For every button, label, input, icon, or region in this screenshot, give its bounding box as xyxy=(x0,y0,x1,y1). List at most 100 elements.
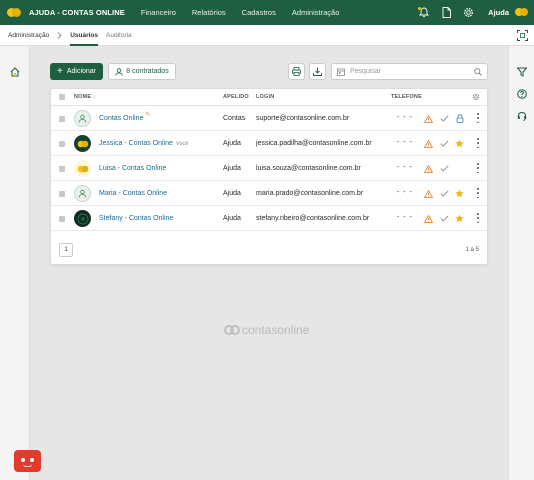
user-name-link[interactable]: Jessica - Contas Online Você xyxy=(99,140,188,147)
column-name-label: NOME xyxy=(74,94,92,100)
print-button[interactable] xyxy=(288,63,305,80)
row-checkbox[interactable] xyxy=(59,216,65,222)
star-icon[interactable] xyxy=(455,139,464,148)
user-login: luisa.souza@contasonline.com.br xyxy=(256,165,361,172)
user-alias: Ajuda xyxy=(223,165,241,172)
table-row[interactable]: Luisa - Contas Online Ajuda luisa.souza@… xyxy=(51,156,487,181)
user-avatar-icon xyxy=(74,185,91,202)
filter-icon[interactable] xyxy=(516,66,527,77)
column-login[interactable]: LOGIN xyxy=(256,94,274,100)
more-options-icon[interactable] xyxy=(476,113,480,123)
brand-logo-icon[interactable] xyxy=(7,7,21,18)
menu-relatorios[interactable]: Relatórios xyxy=(192,8,226,17)
users-table: NOME ↓ APELIDO LOGIN TELEFONE Contas Onl… xyxy=(50,88,488,265)
column-settings-gear-icon[interactable] xyxy=(472,93,480,103)
tab-usuarios[interactable]: Usuários xyxy=(70,25,98,46)
user-login: suporte@contasonline.com.br xyxy=(256,115,350,122)
footer-brand-text: contasonline xyxy=(242,323,310,337)
main-menu: Financeiro Relatórios Cadastros Administ… xyxy=(141,8,356,17)
user-avatar-photo-icon xyxy=(74,210,91,227)
calendar-filter-icon[interactable] xyxy=(337,68,345,76)
table-row[interactable]: Contas Online ✎ Contas suporte@contasonli… xyxy=(51,106,487,131)
warning-triangle-icon[interactable] xyxy=(424,114,433,123)
warning-triangle-icon[interactable] xyxy=(424,164,433,173)
support-headset-icon[interactable] xyxy=(516,110,527,121)
user-name-link[interactable]: Luisa - Contas Online xyxy=(99,165,166,172)
tab-auditoria[interactable]: Auditoria xyxy=(106,25,132,46)
column-name[interactable]: NOME ↓ xyxy=(74,94,96,100)
download-button[interactable] xyxy=(309,63,326,80)
column-phone[interactable]: TELEFONE xyxy=(391,94,422,100)
table-row[interactable]: Maria - Contas Online Ajuda maria.prado@… xyxy=(51,181,487,206)
warning-triangle-icon[interactable] xyxy=(424,139,433,148)
user-name-link[interactable]: Contas Online ✎ xyxy=(99,112,150,122)
pencil-edit-icon[interactable]: ✎ xyxy=(145,111,150,118)
table-row[interactable]: Stefany - Contas Online Ajuda stefany.ri… xyxy=(51,206,487,231)
warning-triangle-icon[interactable] xyxy=(424,214,433,223)
more-options-icon[interactable] xyxy=(476,163,480,173)
row-checkbox[interactable] xyxy=(59,166,65,172)
more-options-icon[interactable] xyxy=(476,213,480,223)
home-icon[interactable] xyxy=(9,66,20,77)
notifications-bell-icon[interactable] xyxy=(418,6,430,19)
user-login: maria.prado@contasonline.com.br xyxy=(256,190,364,197)
user-phone: - - - xyxy=(397,114,413,121)
footer-brand: contasonline xyxy=(224,323,309,337)
breadcrumb-root[interactable]: Administração xyxy=(8,32,49,39)
user-name-text: Jessica - Contas Online xyxy=(99,140,173,147)
sort-arrow-down-icon: ↓ xyxy=(93,94,96,100)
lock-icon[interactable] xyxy=(455,114,464,123)
select-all-checkbox[interactable] xyxy=(59,94,65,100)
help-icon[interactable] xyxy=(516,88,527,99)
check-icon[interactable] xyxy=(440,139,449,148)
check-icon[interactable] xyxy=(440,189,449,198)
contracted-users-button[interactable]: 8 contratados xyxy=(108,63,176,80)
user-avatar-logo-icon xyxy=(74,135,91,152)
app-title[interactable]: AJUDA - CONTAS ONLINE xyxy=(29,8,125,17)
add-user-button[interactable]: + Adicionar xyxy=(50,63,103,80)
more-options-icon[interactable] xyxy=(476,188,480,198)
contracted-label: 8 contratados xyxy=(126,68,169,75)
user-login: jessica.padilha@contasonline.com.br xyxy=(256,140,372,147)
add-button-label: Adicionar xyxy=(66,68,97,75)
user-name-link[interactable]: Stefany - Contas Online xyxy=(99,215,173,222)
user-alias: Ajuda xyxy=(223,140,241,147)
user-phone: - - - xyxy=(397,189,413,196)
search-input[interactable] xyxy=(350,68,470,75)
row-checkbox[interactable] xyxy=(59,116,65,122)
star-icon[interactable] xyxy=(455,189,464,198)
table-row[interactable]: Jessica - Contas Online Você Ajuda jessic… xyxy=(51,131,487,156)
printer-icon xyxy=(292,67,301,76)
settings-gear-icon[interactable] xyxy=(462,7,474,19)
user-avatar-logo-icon[interactable] xyxy=(515,8,528,17)
user-login: stefany.ribeiro@contasonline.com.br xyxy=(256,215,370,222)
page-button[interactable]: 1 xyxy=(59,243,73,257)
chatbot-launcher-icon[interactable] xyxy=(14,450,41,472)
row-checkbox[interactable] xyxy=(59,141,65,147)
star-icon[interactable] xyxy=(455,214,464,223)
user-name-link[interactable]: Maria - Contas Online xyxy=(99,190,167,197)
plus-icon: + xyxy=(56,65,63,77)
menu-financeiro[interactable]: Financeiro xyxy=(141,8,176,17)
top-navbar: AJUDA - CONTAS ONLINE Financeiro Relatór… xyxy=(0,0,534,25)
column-alias[interactable]: APELIDO xyxy=(223,94,249,100)
user-icon xyxy=(115,67,123,76)
search-box[interactable] xyxy=(331,63,488,80)
menu-administracao[interactable]: Administração xyxy=(292,8,340,17)
user-name-text: Contas Online xyxy=(99,115,144,122)
user-name[interactable]: Ajuda xyxy=(488,8,509,17)
chevron-right-icon xyxy=(57,31,62,39)
menu-cadastros[interactable]: Cadastros xyxy=(242,8,276,17)
warning-triangle-icon[interactable] xyxy=(424,189,433,198)
download-icon xyxy=(313,67,322,76)
user-phone: - - - xyxy=(397,214,413,221)
document-icon[interactable] xyxy=(440,7,452,19)
check-icon[interactable] xyxy=(440,114,449,123)
check-icon[interactable] xyxy=(440,164,449,173)
more-options-icon[interactable] xyxy=(476,138,480,148)
user-alias: Ajuda xyxy=(223,190,241,197)
focus-frame-icon[interactable] xyxy=(517,30,528,41)
check-icon[interactable] xyxy=(440,214,449,223)
search-icon[interactable] xyxy=(474,68,482,76)
row-checkbox[interactable] xyxy=(59,191,65,197)
